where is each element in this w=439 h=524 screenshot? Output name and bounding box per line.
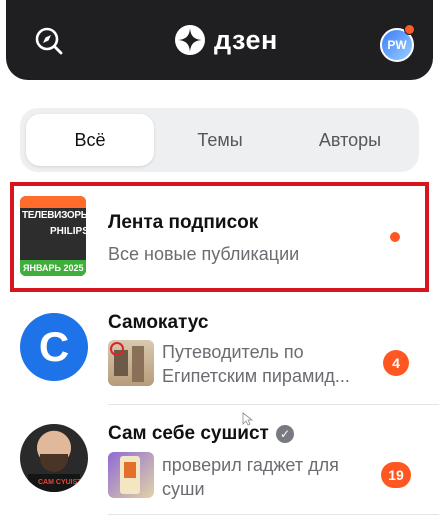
unread-count-badge: 19	[381, 462, 411, 488]
logo-text: дзен	[214, 24, 278, 55]
subscriptions-title: Лента подписок	[108, 212, 259, 233]
subscriptions-thumbnail: ТЕЛЕВИЗОРЫ PHILIPS ЯНВАРЬ 2025	[20, 196, 86, 276]
thumb-text-1: ТЕЛЕВИЗОРЫ	[22, 210, 86, 221]
zen-logo[interactable]: дзен	[174, 22, 278, 58]
row-divider	[108, 404, 439, 405]
notification-dot	[404, 24, 415, 35]
feed-tabs: Всё Темы Авторы	[20, 108, 419, 172]
channel-name: Сам себе сушист	[108, 423, 269, 444]
channel-avatar-photo: CAM CYUIST	[20, 424, 88, 492]
new-indicator-dot	[390, 232, 400, 242]
zen-logo-icon	[175, 25, 205, 55]
mouse-cursor-icon	[242, 412, 254, 426]
row-divider	[108, 514, 439, 515]
post-preview-text-line2: суши	[162, 479, 205, 499]
unread-count-badge: 4	[383, 350, 409, 376]
channel-avatar: C	[20, 313, 88, 381]
tab-all[interactable]: Всё	[26, 114, 154, 166]
thumb-text-2: PHILIPS	[50, 226, 86, 237]
thumb-text-3: ЯНВАРЬ 2025	[23, 263, 84, 273]
post-preview-text-line2: Египетским пирамид...	[162, 366, 350, 386]
channel-name: Самокатус	[108, 312, 209, 333]
post-preview-text-line1: проверил гаджет для	[162, 455, 339, 475]
tab-topics[interactable]: Темы	[156, 114, 284, 166]
top-header: дзен PW	[6, 0, 433, 80]
compass-icon[interactable]	[32, 24, 66, 58]
post-preview-thumbnail	[108, 340, 154, 386]
post-preview-text-line1: Путеводитель по	[162, 342, 304, 362]
post-preview-thumbnail	[108, 452, 154, 498]
tab-authors[interactable]: Авторы	[286, 114, 414, 166]
subscriptions-subtitle: Все новые публикации	[108, 244, 300, 264]
avatar-shirt-text: CAM CYUIST	[38, 479, 82, 486]
verified-check-icon: ✓	[276, 425, 294, 443]
